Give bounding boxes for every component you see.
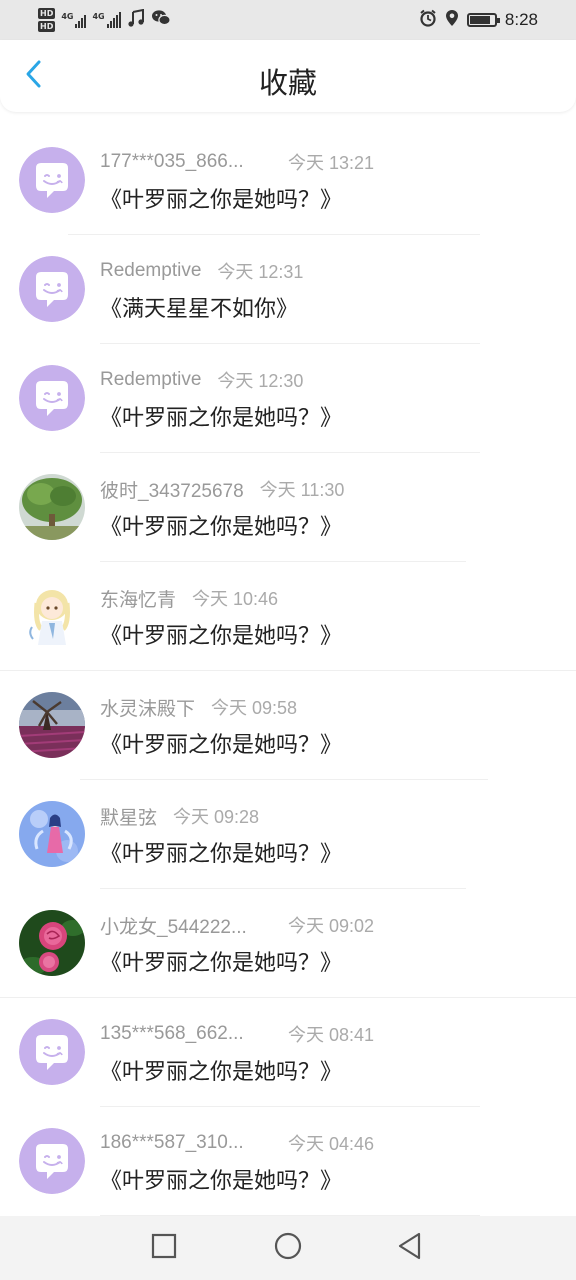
item-meta: Redemptive 今天 12:30 <box>100 368 303 392</box>
music-icon <box>127 8 145 31</box>
avatar[interactable] <box>19 1019 85 1085</box>
network-label-1: 4G <box>61 12 74 21</box>
favorite-item[interactable]: Redemptive 今天 12:30 《叶罗丽之你是她吗？》 <box>0 344 576 453</box>
item-timestamp: 今天 12:30 <box>217 371 304 391</box>
item-timestamp: 今天 04:46 <box>288 1134 375 1154</box>
network-label-2: 4G <box>92 12 105 21</box>
item-timestamp: 今天 08:41 <box>288 1025 375 1045</box>
avatar[interactable] <box>19 583 85 649</box>
favorite-title: 《叶罗丽之你是她吗？》 <box>100 1060 343 1085</box>
avatar[interactable] <box>19 801 85 867</box>
sender-name: 水灵沫殿下 <box>100 698 196 720</box>
item-meta: 135***568_662... 今天 08:41 <box>100 1022 374 1046</box>
item-meta: 186***587_310... 今天 04:46 <box>100 1131 374 1155</box>
home-button[interactable] <box>270 1230 306 1266</box>
status-right: 8:28 <box>419 4 538 36</box>
sender-name: 小龙女_544222... <box>100 916 247 938</box>
location-icon <box>445 9 459 31</box>
hd-badge-2: HD <box>38 21 56 32</box>
favorite-title: 《叶罗丽之你是她吗？》 <box>100 406 343 431</box>
hd-badges: HD HD <box>38 8 56 32</box>
item-timestamp: 今天 09:02 <box>288 916 375 936</box>
sender-name: 177***035_866... <box>100 151 244 172</box>
alarm-icon <box>419 9 437 31</box>
recent-apps-button[interactable] <box>146 1230 182 1266</box>
avatar[interactable] <box>19 1128 85 1194</box>
home-icon <box>274 1232 302 1264</box>
favorite-title: 《叶罗丽之你是她吗？》 <box>100 515 343 540</box>
item-timestamp: 今天 11:30 <box>259 480 345 500</box>
avatar[interactable] <box>19 147 85 213</box>
wechat-icon <box>151 9 171 31</box>
recent-apps-icon <box>151 1233 177 1263</box>
item-meta: 177***035_866... 今天 13:21 <box>100 150 374 174</box>
status-bar: HD HD 4G 4G 8:28 <box>0 0 576 40</box>
favorite-item[interactable]: 默星弦 今天 09:28 《叶罗丽之你是她吗？》 <box>0 780 576 889</box>
sender-name: Redemptive <box>100 260 202 281</box>
status-left: HD HD 4G 4G <box>38 4 171 36</box>
item-meta: 彼时_343725678 今天 11:30 <box>100 477 345 502</box>
favorite-item[interactable]: 186***587_310... 今天 04:46 《叶罗丽之你是她吗？》 <box>0 1107 576 1216</box>
favorite-title: 《叶罗丽之你是她吗？》 <box>100 951 343 976</box>
page-title: 收藏 <box>258 66 317 100</box>
system-nav-bar <box>0 1216 576 1280</box>
battery-fill <box>469 16 490 24</box>
favorite-item[interactable]: 135***568_662... 今天 08:41 《叶罗丽之你是她吗？》 <box>0 998 576 1107</box>
hd-badge-1: HD <box>38 8 56 19</box>
item-meta: 东海忆青 今天 10:46 <box>100 586 279 611</box>
favorite-item[interactable]: 177***035_866... 今天 13:21 《叶罗丽之你是她吗？》 <box>0 126 576 235</box>
back-triangle-icon <box>397 1232 423 1264</box>
avatar[interactable] <box>19 365 85 431</box>
status-time: 8:28 <box>504 10 538 29</box>
favorite-item[interactable]: 东海忆青 今天 10:46 《叶罗丽之你是她吗？》 <box>0 562 576 671</box>
sender-name: 默星弦 <box>100 807 158 829</box>
sender-name: 彼时_343725678 <box>100 480 244 502</box>
favorite-title: 《叶罗丽之你是她吗？》 <box>100 188 343 213</box>
item-timestamp: 今天 10:46 <box>192 589 279 609</box>
avatar[interactable] <box>19 910 85 976</box>
item-meta: 默星弦 今天 09:28 <box>100 804 260 829</box>
avatar[interactable] <box>19 256 85 322</box>
favorite-title: 《叶罗丽之你是她吗？》 <box>100 733 343 758</box>
sender-name: 135***568_662... <box>100 1023 244 1044</box>
item-timestamp: 今天 13:21 <box>288 153 375 173</box>
favorite-item[interactable]: 水灵沫殿下 今天 09:58 《叶罗丽之你是她吗？》 <box>0 671 576 780</box>
favorite-item[interactable]: 彼时_343725678 今天 11:30 《叶罗丽之你是她吗？》 <box>0 453 576 562</box>
favorite-item[interactable]: Redemptive 今天 12:31 《满天星星不如你》 <box>0 235 576 344</box>
favorite-title: 《满天星星不如你》 <box>100 297 299 322</box>
favorite-title: 《叶罗丽之你是她吗？》 <box>100 842 343 867</box>
back-nav-button[interactable] <box>392 1230 428 1266</box>
favorite-item[interactable]: 小龙女_544222... 今天 09:02 《叶罗丽之你是她吗？》 <box>0 889 576 998</box>
sender-name: 186***587_310... <box>100 1132 244 1153</box>
item-meta: 小龙女_544222... 今天 09:02 <box>100 913 374 938</box>
favorite-title: 《叶罗丽之你是她吗？》 <box>100 624 343 649</box>
item-meta: 水灵沫殿下 今天 09:58 <box>100 695 298 720</box>
item-meta: Redemptive 今天 12:31 <box>100 259 303 283</box>
favorites-list: 177***035_866... 今天 13:21 《叶罗丽之你是她吗？》 Redem… <box>0 126 576 1216</box>
favorite-title: 《叶罗丽之你是她吗？》 <box>100 1169 343 1194</box>
battery-icon <box>466 13 500 27</box>
sender-name: Redemptive <box>100 369 202 390</box>
signal-icon-1: 4G <box>61 12 87 28</box>
sender-name: 东海忆青 <box>100 589 177 611</box>
item-timestamp: 今天 12:31 <box>217 262 304 282</box>
item-timestamp: 今天 09:58 <box>211 698 298 718</box>
item-timestamp: 今天 09:28 <box>173 807 260 827</box>
avatar[interactable] <box>19 474 85 540</box>
header-bar: 收藏 <box>0 40 576 112</box>
avatar[interactable] <box>19 692 85 758</box>
signal-icon-2: 4G <box>92 12 121 28</box>
